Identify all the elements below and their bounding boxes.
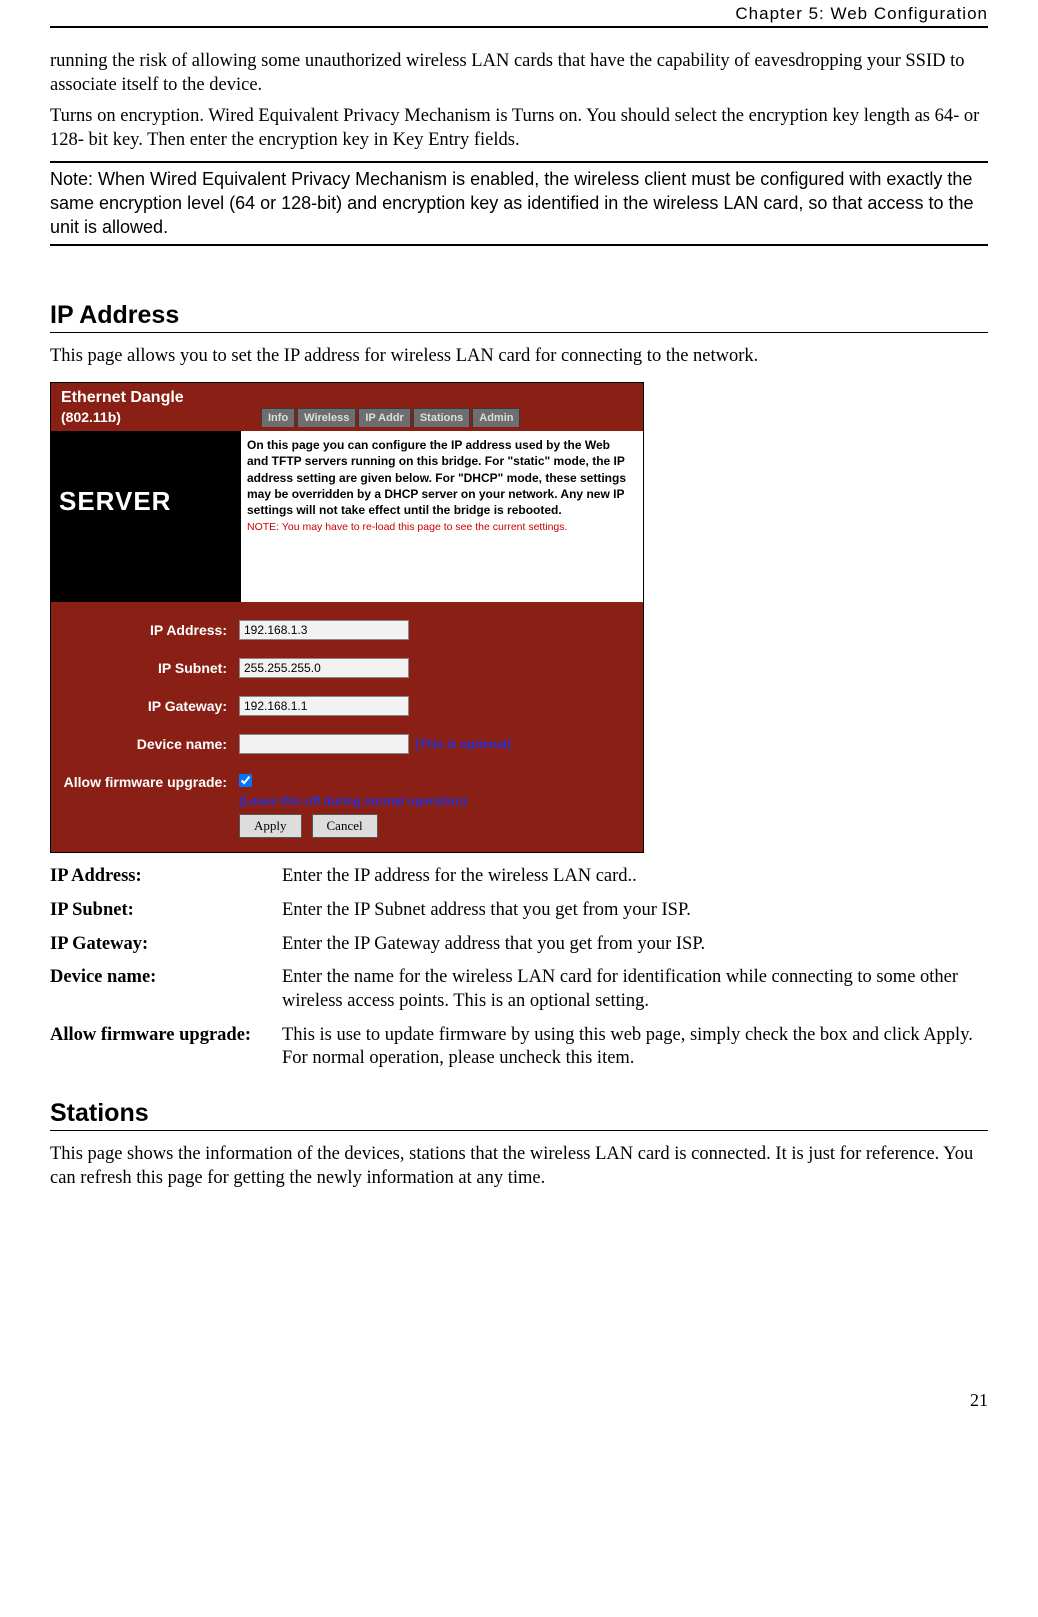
def-desc: Enter the name for the wireless LAN card… [282, 966, 988, 1013]
label-ip-address: IP Address: [61, 620, 239, 638]
def-desc: Enter the IP Subnet address that you get… [282, 899, 988, 923]
label-device-name: Device name: [61, 734, 239, 752]
config-note: NOTE: You may have to re-load this page … [247, 520, 633, 534]
def-term: IP Gateway: [50, 933, 282, 957]
definitions: IP Address:Enter the IP address for the … [50, 865, 988, 1071]
config-screenshot: Ethernet Dangle (802.11b) Info Wireless … [50, 382, 644, 853]
tab-info[interactable]: Info [261, 408, 295, 427]
tab-stations[interactable]: Stations [413, 408, 470, 427]
device-brand-sub: (802.11b) [61, 409, 251, 425]
hint-device-name: (This is optional) [415, 737, 511, 751]
hint-allow-firmware: (Leave this off during normal operation) [239, 794, 466, 808]
label-ip-gateway: IP Gateway: [61, 696, 239, 714]
checkbox-allow-firmware[interactable] [239, 774, 252, 787]
input-device-name[interactable] [239, 734, 409, 754]
input-ip-gateway[interactable] [239, 696, 409, 716]
input-ip-subnet[interactable] [239, 658, 409, 678]
cancel-button[interactable]: Cancel [312, 814, 378, 838]
section-title-ip: IP Address [50, 301, 988, 333]
def-term: IP Address: [50, 865, 282, 889]
def-term: Allow firmware upgrade: [50, 1024, 282, 1071]
def-term: IP Subnet: [50, 899, 282, 923]
chapter-header: Chapter 5: Web Configuration [50, 0, 988, 28]
intro-p1: running the risk of allowing some unauth… [50, 50, 988, 97]
label-ip-subnet: IP Subnet: [61, 658, 239, 676]
apply-button[interactable]: Apply [239, 814, 302, 838]
config-description: On this page you can configure the IP ad… [247, 437, 633, 518]
intro-text: running the risk of allowing some unauth… [50, 50, 988, 153]
device-brand-title: Ethernet Dangle [61, 389, 251, 407]
tab-ipaddr[interactable]: IP Addr [358, 408, 411, 427]
tab-admin[interactable]: Admin [472, 408, 520, 427]
intro-p2: Turns on encryption. Wired Equivalent Pr… [50, 105, 988, 152]
def-desc: Enter the IP address for the wireless LA… [282, 865, 988, 889]
page-number: 21 [50, 1390, 988, 1411]
tab-wireless[interactable]: Wireless [297, 408, 356, 427]
input-ip-address[interactable] [239, 620, 409, 640]
ip-section-desc: This page allows you to set the IP addre… [50, 345, 988, 369]
note-box: Note: When Wired Equivalent Privacy Mech… [50, 161, 988, 246]
def-desc: This is use to update firmware by using … [282, 1024, 988, 1071]
label-allow-firmware: Allow firmware upgrade: [61, 772, 239, 792]
def-desc: Enter the IP Gateway address that you ge… [282, 933, 988, 957]
section-title-stations: Stations [50, 1099, 988, 1131]
def-term: Device name: [50, 966, 282, 1013]
stations-section-desc: This page shows the information of the d… [50, 1143, 988, 1190]
sidebar-label: SERVER [51, 431, 241, 602]
